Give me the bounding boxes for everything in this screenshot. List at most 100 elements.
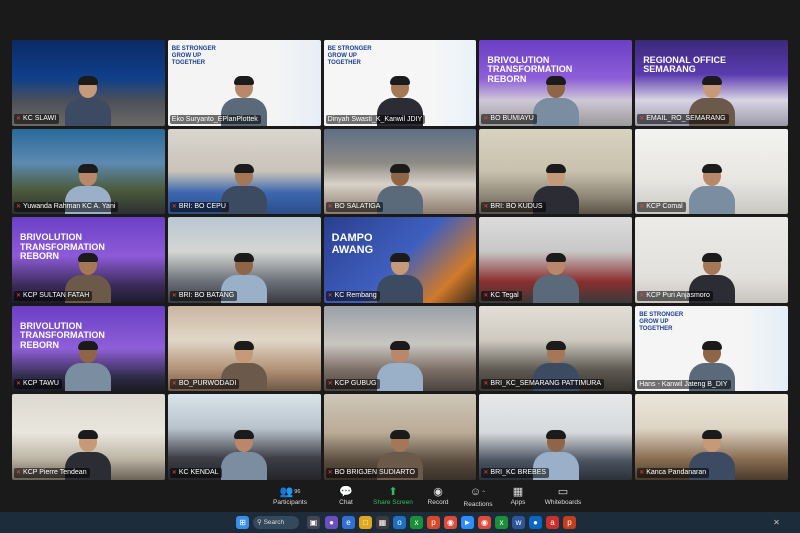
poster-line: BE STRONGER: [639, 311, 684, 318]
participant-figure: [65, 341, 112, 392]
participant-name-tag: ✕ KC KENDAL: [169, 467, 222, 478]
app-icon[interactable]: ●: [529, 516, 542, 529]
participant-video-tile[interactable]: ✕ Kanca Pandanaran: [635, 394, 788, 480]
participant-name-tag: ✕ Yuwanda Rahman KC A. Yani: [14, 202, 119, 213]
figure-body: [221, 451, 268, 480]
mic-muted-icon: ✕: [483, 469, 489, 476]
participant-name-tag: ✕ KCP Pierre Tendean: [14, 467, 90, 478]
figure-hair: [701, 252, 722, 262]
participant-name-tag: ✕ EMAIL_RO_SEMARANG: [637, 113, 729, 124]
participant-name-tag: ✕ KCP Puri Anjasmoro: [637, 290, 713, 301]
figure-body: [65, 363, 112, 392]
mic-muted-icon: ✕: [483, 292, 489, 299]
participants-icon: 👥96: [279, 486, 301, 498]
figure-hair: [78, 429, 99, 439]
store-icon[interactable]: ▦: [376, 516, 389, 529]
participant-video-tile[interactable]: ✕ BRI: BO BATANG: [167, 217, 321, 303]
outlook-icon[interactable]: o: [393, 516, 406, 529]
participant-video-tile[interactable]: BE STRONGER GROW UP TOGETHER Eko Suryanto_E…: [167, 40, 321, 126]
participant-name: BO_PURWODADI: [178, 380, 237, 388]
word-icon[interactable]: w: [512, 516, 525, 529]
participant-video-tile[interactable]: ✕ KCP Pierre Tendean: [12, 394, 165, 480]
background-poster-text: BE STRONGER GROW UP TOGETHER: [172, 46, 216, 67]
participant-name-tag: ✕ BO BRIGJEN SUDIARTO: [325, 467, 418, 478]
poster-line: TOGETHER: [327, 60, 361, 66]
participant-video-tile[interactable]: REGIONAL OFFICE SEMARANG ✕ EMAIL_RO_SEMARAN…: [635, 40, 788, 126]
zoom-taskbar-icon[interactable]: ►: [461, 516, 474, 529]
participant-video-tile[interactable]: ✕ KCP Comal: [635, 128, 788, 215]
participant-name: Eko Suryanto_EPlanPlottek: [171, 115, 258, 123]
powerpoint-icon-2[interactable]: p: [563, 516, 576, 529]
participant-name: BRI: BO KUDUS: [490, 203, 543, 211]
whiteboards-button[interactable]: ▭ Whiteboards: [535, 486, 591, 506]
windows-start-icon[interactable]: ⊞: [236, 516, 249, 529]
participant-name: BRI_KC_SEMARANG PATTIMURA: [490, 380, 602, 388]
excel-icon-2[interactable]: x: [495, 516, 508, 529]
participant-video-tile[interactable]: ✕ KCP Puri Anjasmoro: [635, 217, 788, 303]
acrobat-icon[interactable]: a: [546, 516, 559, 529]
participant-video-tile[interactable]: BRIVOLUTION TRANSFORMATION REBORN ✕ BO BUMIA…: [479, 40, 633, 126]
figure-hair: [701, 164, 722, 174]
figure-body: [532, 274, 579, 303]
top-bar: [0, 0, 800, 40]
chrome-icon-2[interactable]: ◉: [478, 516, 491, 529]
participant-name-tag: ✕ BRI: BO BATANG: [169, 290, 238, 301]
participant-video-tile[interactable]: ✕ KC Tegal: [479, 217, 633, 303]
participant-name-tag: ✕ KCP GUBUG: [325, 379, 380, 390]
participant-video-tile[interactable]: ✕ BO SALATIGA: [323, 128, 477, 215]
participant-video-tile[interactable]: BRIVOLUTION TRANSFORMATION REBORN ✕ KCP TAWU: [12, 305, 165, 392]
poster-line: TOGETHER: [639, 325, 673, 332]
participant-name-tag: ✕ BO_PURWODADI: [169, 379, 240, 390]
participant-video-tile[interactable]: BE STRONGER GROW UP TOGETHER Hans - Kanwil …: [635, 305, 788, 392]
record-label: Record: [427, 499, 449, 506]
chrome-icon[interactable]: ◉: [444, 516, 457, 529]
edge-icon[interactable]: e: [342, 516, 355, 529]
participant-name-tag: ✕ KC Rembang: [325, 290, 380, 301]
participant-name: BO SALATIGA: [334, 203, 381, 211]
background-poster-text: BE STRONGER GROW UP TOGETHER: [328, 46, 372, 67]
participant-video-tile[interactable]: ✕ BRI: BO CEPU: [167, 128, 321, 215]
figure-body: [376, 274, 423, 303]
taskbar-search[interactable]: ⚲ Search: [253, 516, 299, 529]
participants-label: Participants: [273, 499, 307, 506]
participant-video-tile[interactable]: ✕ KC SLAWI: [12, 40, 165, 126]
close-notification-icon[interactable]: ✕: [770, 516, 783, 529]
powerpoint-icon[interactable]: p: [427, 516, 440, 529]
participant-video-tile[interactable]: ✕ BRI_KC_SEMARANG PATTIMURA: [479, 305, 633, 392]
poster-line: GROW UP: [327, 53, 357, 59]
participant-video-tile[interactable]: ✕ BO BRIGJEN SUDIARTO: [323, 394, 477, 480]
mic-muted-icon: ✕: [16, 381, 22, 388]
participant-name-tag: ✕ BRI_KC_SEMARANG PATTIMURA: [481, 379, 605, 390]
mic-muted-icon: ✕: [483, 381, 489, 388]
file-explorer-icon[interactable]: □: [359, 516, 372, 529]
participant-video-tile[interactable]: ✕ BRI_KC BREBES: [479, 394, 633, 480]
participant-figure: [221, 429, 268, 480]
figure-hair: [234, 75, 255, 85]
participant-video-tile[interactable]: BE STRONGER GROW UP TOGETHER Dinyah Swasti_…: [323, 40, 477, 126]
teams-icon[interactable]: ●: [325, 516, 338, 529]
participant-name-tag: ✕ BO SALATIGA: [325, 202, 384, 213]
mic-muted-icon: ✕: [327, 469, 333, 476]
participant-video-tile[interactable]: ✕ BRI: BO KUDUS: [479, 128, 633, 215]
mic-muted-icon: ✕: [327, 381, 333, 388]
participant-video-tile[interactable]: ✕ KCP GUBUG: [323, 305, 477, 392]
participant-name: Dinyah Swasti_K_Kanwil JDIY: [327, 115, 423, 123]
participant-name-tag: ✕ Kanca Pandanaran: [637, 467, 710, 478]
mic-muted-icon: ✕: [639, 204, 645, 211]
participant-video-tile[interactable]: BRIVOLUTION TRANSFORMATION REBORN ✕ KCP SULT…: [12, 217, 165, 303]
participants-button[interactable]: 👥96 Participants: [262, 486, 318, 506]
task-view-icon[interactable]: ▣: [307, 516, 320, 529]
participant-video-tile[interactable]: ✕ KC KENDAL: [167, 394, 321, 480]
figure-hair: [78, 341, 99, 351]
excel-icon[interactable]: x: [410, 516, 423, 529]
participant-video-tile[interactable]: ✕ BO_PURWODADI: [167, 305, 321, 392]
mic-muted-icon: ✕: [639, 469, 645, 476]
figure-hair: [545, 429, 566, 439]
participant-video-tile[interactable]: ✕ Yuwanda Rahman KC A. Yani: [12, 128, 165, 215]
figure-hair: [234, 429, 255, 439]
background-poster-text: REGIONAL OFFICE SEMARANG: [643, 55, 726, 75]
participant-video-tile[interactable]: DAMPO AWANG ✕ KC Rembang: [323, 217, 477, 303]
participant-name-tag: ✕ BRI: BO KUDUS: [481, 202, 546, 213]
participant-name: KC Rembang: [334, 291, 377, 299]
mic-muted-icon: ✕: [483, 115, 489, 122]
